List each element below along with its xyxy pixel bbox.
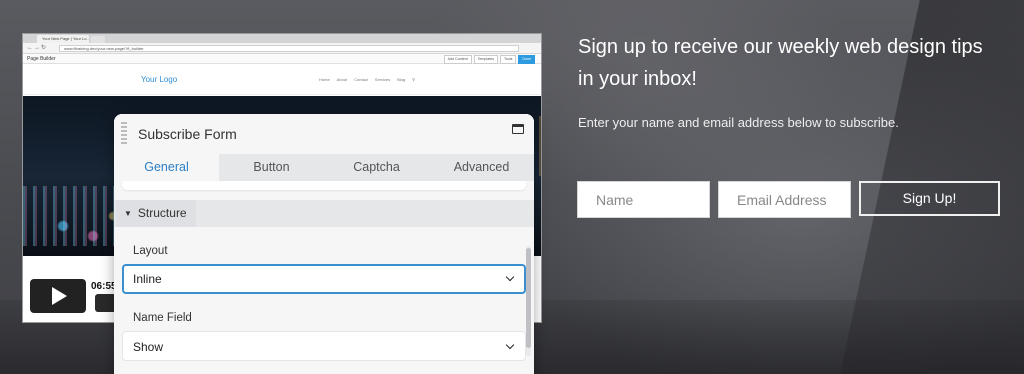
video-thumbnail[interactable] bbox=[30, 279, 86, 313]
email-input[interactable] bbox=[718, 181, 851, 218]
search-icon[interactable]: ⚲ bbox=[412, 77, 415, 82]
page-builder-bar: Page Builder Add Content Templates Tools… bbox=[23, 54, 541, 64]
name-input[interactable] bbox=[577, 181, 710, 218]
nav-about[interactable]: About bbox=[337, 77, 347, 82]
name-field-select-value: Show bbox=[133, 340, 164, 354]
subscribe-form-panel: Subscribe Form General Button Captcha Ad… bbox=[114, 114, 534, 374]
new-tab-button[interactable] bbox=[91, 36, 105, 43]
add-content-button[interactable]: Add Content bbox=[443, 55, 472, 64]
play-icon[interactable] bbox=[52, 287, 67, 305]
tab-captcha[interactable]: Captcha bbox=[324, 154, 429, 181]
browser-tab[interactable]: Your New Page | Your Lo... bbox=[37, 35, 89, 43]
window-toggle-icon[interactable] bbox=[512, 124, 524, 134]
video-time: 06:55 bbox=[91, 281, 117, 292]
chevron-down-icon: ▼ bbox=[124, 209, 132, 218]
panel-title: Subscribe Form bbox=[138, 126, 237, 142]
panel-body: ▼ Structure Layout Inline Name Field Show bbox=[114, 181, 534, 374]
name-field-label: Name Field bbox=[133, 312, 192, 324]
layout-label: Layout bbox=[133, 245, 168, 257]
tab-general[interactable]: General bbox=[114, 154, 219, 181]
panel-header: Subscribe Form bbox=[114, 114, 534, 154]
nav-blog[interactable]: Blog bbox=[397, 77, 405, 82]
nav-home[interactable]: Home bbox=[319, 77, 330, 82]
section-toggle-structure[interactable]: ▼ Structure bbox=[116, 200, 196, 227]
browser-address-bar: ←→↻ www.fltraining.dev/your-new-page/?fl… bbox=[23, 43, 541, 54]
done-button[interactable]: Done bbox=[518, 55, 535, 64]
chevron-down-icon bbox=[505, 340, 515, 350]
name-field-select[interactable]: Show bbox=[122, 331, 526, 361]
templates-button[interactable]: Templates bbox=[473, 55, 499, 64]
browser-tab-strip: Your New Page | Your Lo... bbox=[23, 34, 541, 43]
signup-subtext: Enter your name and email address below … bbox=[578, 115, 899, 130]
sign-up-button[interactable]: Sign Up! bbox=[859, 181, 1000, 216]
site-nav: Home About Contact Services Blog ⚲ bbox=[319, 77, 415, 82]
nav-contact[interactable]: Contact bbox=[354, 77, 368, 82]
drag-handle-icon[interactable] bbox=[121, 122, 127, 146]
browser-nav-icons[interactable]: ←→↻ bbox=[27, 44, 47, 51]
nav-services[interactable]: Services bbox=[375, 77, 390, 82]
page-builder-title: Page Builder bbox=[27, 56, 56, 62]
chevron-down-icon bbox=[505, 272, 515, 282]
panel-tabs: General Button Captcha Advanced bbox=[114, 154, 534, 181]
section-title: Structure bbox=[137, 206, 187, 220]
tab-advanced[interactable]: Advanced bbox=[429, 154, 534, 181]
signup-heading: Sign up to receive our weekly web design… bbox=[578, 36, 983, 90]
section-header: ▼ Structure bbox=[114, 200, 534, 227]
tools-button[interactable]: Tools bbox=[500, 55, 517, 64]
url-field[interactable]: www.fltraining.dev/your-new-page/?fl_bui… bbox=[59, 45, 519, 52]
site-logo[interactable]: Your Logo bbox=[141, 75, 177, 84]
previous-section-card bbox=[122, 181, 526, 190]
site-header: Your Logo Home About Contact Services Bl… bbox=[23, 64, 541, 95]
scrollbar-thumb[interactable] bbox=[526, 248, 531, 348]
layout-select-value: Inline bbox=[133, 272, 162, 286]
layout-select[interactable]: Inline bbox=[122, 264, 526, 294]
tab-button[interactable]: Button bbox=[219, 154, 324, 181]
